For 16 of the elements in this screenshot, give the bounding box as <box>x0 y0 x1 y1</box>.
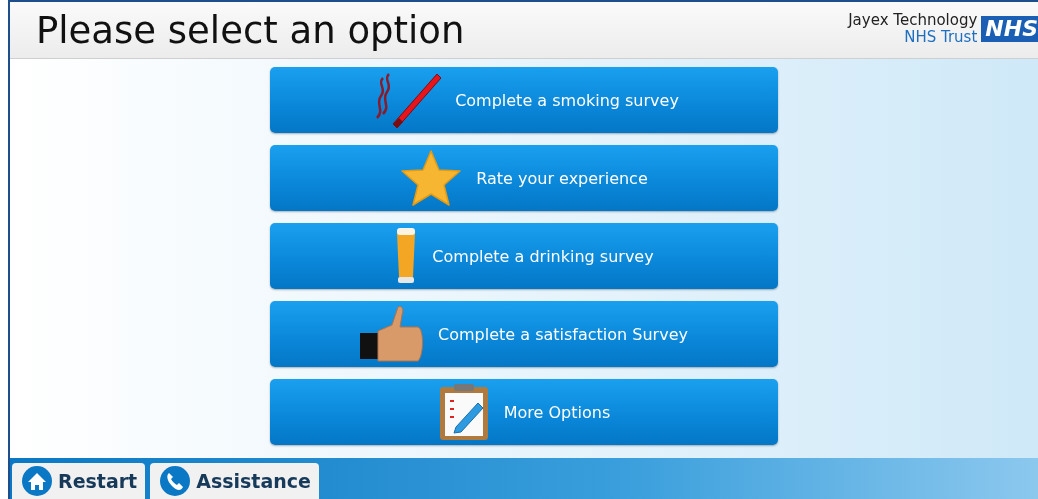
footer-button[interactable]: Assistance <box>150 463 319 499</box>
thumbs-up-icon <box>360 305 425 363</box>
organisation-subtitle: NHS Trust <box>904 29 978 46</box>
phone-icon <box>160 466 191 496</box>
footer-button[interactable]: Restart <box>12 463 146 499</box>
option-button[interactable]: More Options <box>270 379 778 445</box>
home-icon <box>22 466 52 496</box>
organisation-name: Jayex Technology <box>848 12 978 29</box>
option-button[interactable]: Complete a satisfaction Survey <box>270 301 778 367</box>
option-button[interactable]: Complete a drinking survey <box>270 223 778 289</box>
option-button[interactable]: Rate your experience <box>270 145 778 211</box>
page-title: Please select an option <box>36 8 465 52</box>
nhs-logo: NHS <box>981 16 1038 42</box>
option-button[interactable]: Complete a smoking survey <box>270 67 778 133</box>
clipboard-icon <box>437 383 490 441</box>
star-icon <box>400 149 463 207</box>
